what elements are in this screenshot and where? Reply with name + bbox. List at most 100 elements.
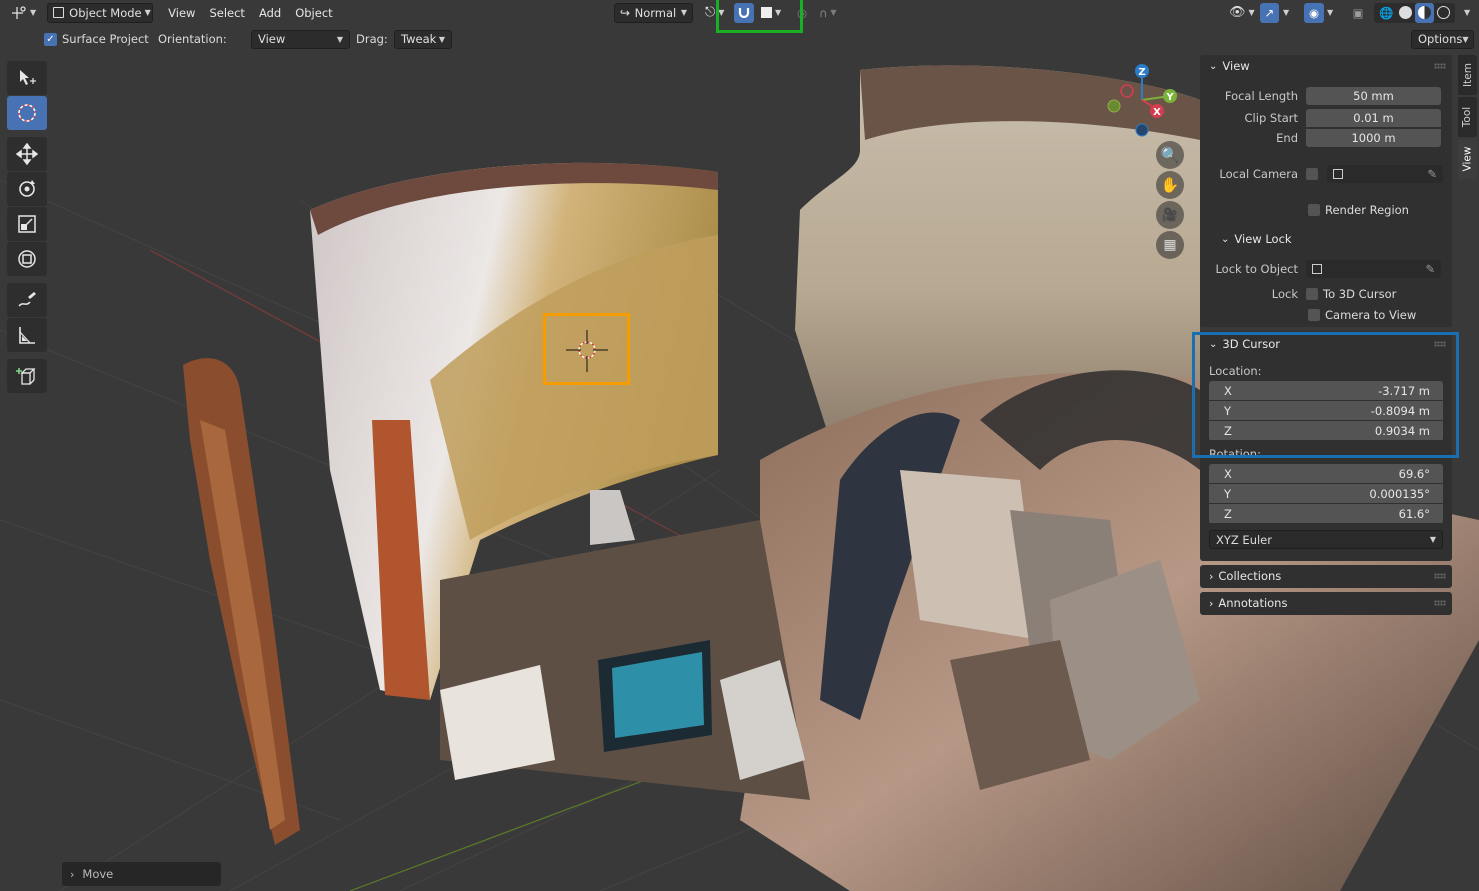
mode-dropdown[interactable]: Object Mode ▼: [47, 2, 154, 23]
gizmo-z-label: Z: [1138, 67, 1145, 78]
camera-icon: 🎥: [1161, 207, 1179, 223]
view-lock-subpanel-header[interactable]: ⌄ View Lock: [1200, 228, 1452, 250]
drag-handle-icon[interactable]: [1434, 573, 1446, 579]
chevron-down-icon: ▼: [680, 8, 687, 17]
chevron-down-icon: ▼: [1283, 8, 1290, 17]
rotate-icon: [19, 180, 35, 197]
header-menus: View Select Add Object: [161, 6, 340, 20]
xray-toggle[interactable]: ▣: [1348, 3, 1368, 23]
chevron-down-icon: ▼: [1248, 8, 1255, 17]
lock-to-object-row: Lock to Object ✎: [1200, 258, 1452, 279]
menu-object[interactable]: Object: [288, 6, 339, 20]
gizmo-neg-z-axis[interactable]: [1135, 123, 1149, 137]
rotation-x-field[interactable]: X 69.6°: [1209, 464, 1443, 483]
to-3d-cursor-label: To 3D Cursor: [1323, 286, 1397, 301]
drag-handle-icon[interactable]: [1434, 63, 1446, 69]
to-3d-cursor-checkbox[interactable]: [1306, 287, 1318, 300]
local-camera-checkbox[interactable]: [1306, 167, 1318, 180]
drag-handle-icon[interactable]: [1434, 600, 1446, 606]
solid-shading-button[interactable]: [1396, 3, 1415, 23]
gizmo-neg-y-axis[interactable]: [1107, 99, 1121, 113]
measure-ruler-icon: [19, 327, 35, 344]
camera-to-view-row: Camera to View: [1200, 304, 1452, 325]
orientation-label: Orientation:: [158, 32, 227, 46]
collections-panel[interactable]: › Collections: [1200, 565, 1452, 588]
material-shading-button[interactable]: [1415, 2, 1435, 23]
transform-orientation-dropdown[interactable]: ↪ Normal ▼: [614, 2, 693, 23]
annotations-title: Annotations: [1218, 596, 1288, 610]
camera-view-button[interactable]: 🎥: [1156, 201, 1184, 229]
overlays-toggle[interactable]: ◉: [1304, 2, 1324, 23]
editor-type-button[interactable]: ▼: [6, 3, 41, 23]
select-cursor-icon: [20, 70, 36, 85]
gizmo-arrow-icon: ↗: [1264, 5, 1275, 20]
scale-tool[interactable]: [7, 207, 47, 241]
drag-dropdown[interactable]: Tweak ▼: [394, 29, 452, 49]
falloff-dropdown[interactable]: ∩ ▼: [814, 3, 844, 23]
shading-dropdown[interactable]: ▼: [1464, 3, 1478, 23]
options-dropdown[interactable]: Options ▼: [1411, 29, 1474, 49]
transform-icon: [18, 250, 36, 268]
chevron-down-icon: ▼: [336, 34, 343, 44]
shading-mode-group: 🌐: [1374, 2, 1456, 23]
snap-highlight-box: [716, 0, 803, 33]
chevron-down-icon: ▼: [438, 34, 445, 44]
rotation-y-field[interactable]: Y 0.000135°: [1209, 484, 1443, 503]
annotate-tool[interactable]: [7, 283, 47, 317]
gizmo-x-label: X: [1153, 107, 1161, 118]
local-camera-row: Local Camera ✎: [1200, 163, 1452, 184]
wireframe-shading-button[interactable]: 🌐: [1376, 3, 1396, 23]
menu-view[interactable]: View: [161, 6, 202, 20]
clip-start-label: Clip Start: [1244, 110, 1298, 125]
view-panel-header[interactable]: ⌄ View: [1200, 55, 1452, 77]
add-cube-tool[interactable]: [7, 359, 47, 393]
menu-add[interactable]: Add: [252, 6, 288, 20]
camera-to-view-checkbox[interactable]: [1308, 308, 1320, 321]
tab-view[interactable]: View: [1458, 139, 1477, 179]
wireframe-sphere-icon: 🌐: [1379, 5, 1394, 20]
overlays-dropdown[interactable]: ▼: [1324, 3, 1342, 23]
cursor-tool[interactable]: [7, 96, 47, 130]
rendered-shading-button[interactable]: [1434, 3, 1453, 23]
gizmo-toggle[interactable]: ↗: [1260, 2, 1279, 23]
render-region-checkbox[interactable]: [1308, 203, 1320, 216]
transform-tool[interactable]: [7, 242, 47, 276]
gizmo-neg-x-axis[interactable]: [1120, 84, 1134, 98]
last-operator-panel[interactable]: › Move: [62, 862, 221, 886]
perspective-toggle-button[interactable]: ▦: [1156, 231, 1184, 259]
surface-project-checkbox[interactable]: ✓: [44, 32, 57, 46]
annotations-panel[interactable]: › Annotations: [1200, 592, 1452, 615]
gizmo-dropdown[interactable]: ▼: [1280, 3, 1298, 23]
local-camera-field[interactable]: ✎: [1327, 164, 1443, 183]
render-region-label: Render Region: [1325, 202, 1409, 217]
rotate-tool[interactable]: [7, 172, 47, 206]
lock-to-object-field[interactable]: ✎: [1306, 259, 1441, 278]
clip-start-field[interactable]: 0.01 m: [1306, 108, 1441, 127]
surface-project-label: Surface Project: [62, 32, 149, 46]
focal-length-field[interactable]: 50 mm: [1306, 86, 1441, 105]
visibility-dropdown[interactable]: 👁 ▼: [1224, 3, 1260, 23]
select-box-tool[interactable]: [7, 61, 47, 95]
tab-tool[interactable]: Tool: [1458, 97, 1477, 137]
editor-type-icon: [12, 5, 26, 19]
menu-select[interactable]: Select: [202, 6, 251, 20]
collections-panel-header[interactable]: › Collections: [1200, 565, 1452, 587]
chevron-right-icon: ›: [70, 867, 75, 881]
chevron-right-icon: ›: [1209, 569, 1214, 583]
chevron-down-icon: ▼: [30, 8, 37, 17]
surface-project-option[interactable]: ✓ Surface Project: [44, 32, 149, 46]
tab-item[interactable]: Item: [1458, 55, 1477, 95]
rotation-z-field[interactable]: Z 61.6°: [1209, 504, 1443, 523]
pan-button[interactable]: ✋: [1156, 171, 1184, 199]
move-tool[interactable]: [7, 137, 47, 171]
orientation-dropdown[interactable]: View ▼: [251, 29, 350, 49]
measure-tool[interactable]: [7, 318, 47, 352]
annotations-panel-header[interactable]: › Annotations: [1200, 592, 1452, 614]
gizmo-y-label: Y: [1165, 92, 1174, 103]
view-lock-title: View Lock: [1234, 232, 1292, 246]
last-operator-label: Move: [82, 867, 114, 881]
zoom-button[interactable]: 🔍: [1156, 141, 1184, 169]
rotation-mode-dropdown[interactable]: XYZ Euler ▼: [1209, 530, 1443, 549]
clip-end-field[interactable]: 1000 m: [1306, 128, 1441, 147]
navigation-gizmo[interactable]: Z Y X: [1100, 60, 1180, 140]
